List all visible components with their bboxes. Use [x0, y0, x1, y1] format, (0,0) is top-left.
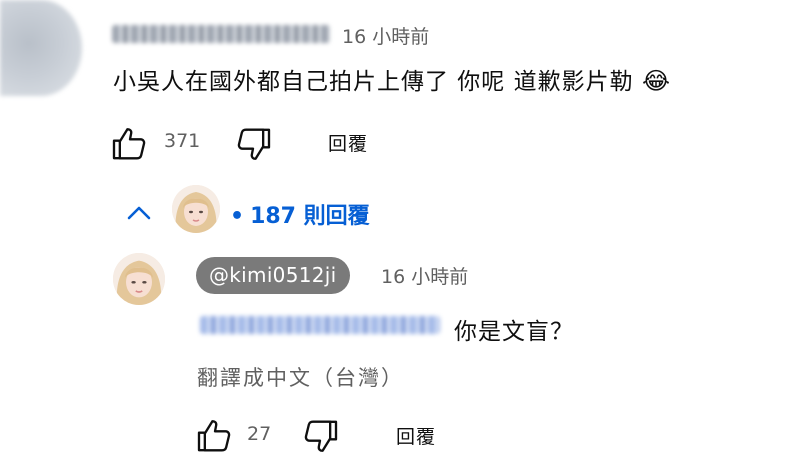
replies-bullet: • [230, 204, 245, 229]
chevron-up-icon [127, 206, 151, 220]
comment-text-content: 小吳人在國外都自己拍片上傳了 你呢 道歉影片勒 [113, 69, 634, 95]
commenter-name[interactable] [112, 25, 330, 43]
thumbs-up-icon [112, 128, 146, 160]
laughing-emoji: 😂 [641, 67, 670, 95]
reply-text: 你是文盲？ [454, 319, 574, 345]
like-button[interactable] [108, 124, 150, 164]
reply-reply-button[interactable]: 回覆 [396, 422, 436, 449]
reply-thumbs-up-icon [197, 420, 231, 452]
mentioned-user-link[interactable] [200, 316, 440, 334]
reply-author-avatar[interactable] [113, 253, 165, 305]
reply-like-count: 27 [247, 423, 272, 445]
thumbs-down-icon [237, 128, 271, 160]
comment-text: 小吳人在國外都自己拍片上傳了 你呢 道歉影片勒 😂 [113, 62, 670, 96]
comment-timestamp[interactable]: 16 小時前 [342, 22, 429, 49]
view-replies-toggle[interactable]: • 187 則回覆 [230, 198, 370, 230]
reply-dislike-button[interactable] [300, 416, 342, 456]
reply-like-button[interactable] [193, 416, 235, 456]
commenter-avatar[interactable] [0, 0, 82, 96]
replies-count: 187 則回覆 [250, 204, 370, 229]
reply-timestamp[interactable]: 16 小時前 [381, 262, 468, 289]
creator-avatar-small[interactable] [172, 185, 220, 233]
reply-thumbs-down-icon [304, 420, 338, 452]
reply-author-handle[interactable]: @kimi0512ji [196, 257, 350, 294]
collapse-replies-button[interactable] [126, 204, 152, 222]
like-count: 371 [164, 130, 201, 152]
translate-link[interactable]: 翻譯成中文（台灣） [197, 362, 404, 392]
comment-reply-button[interactable]: 回覆 [328, 129, 368, 156]
dislike-button[interactable] [233, 124, 275, 164]
